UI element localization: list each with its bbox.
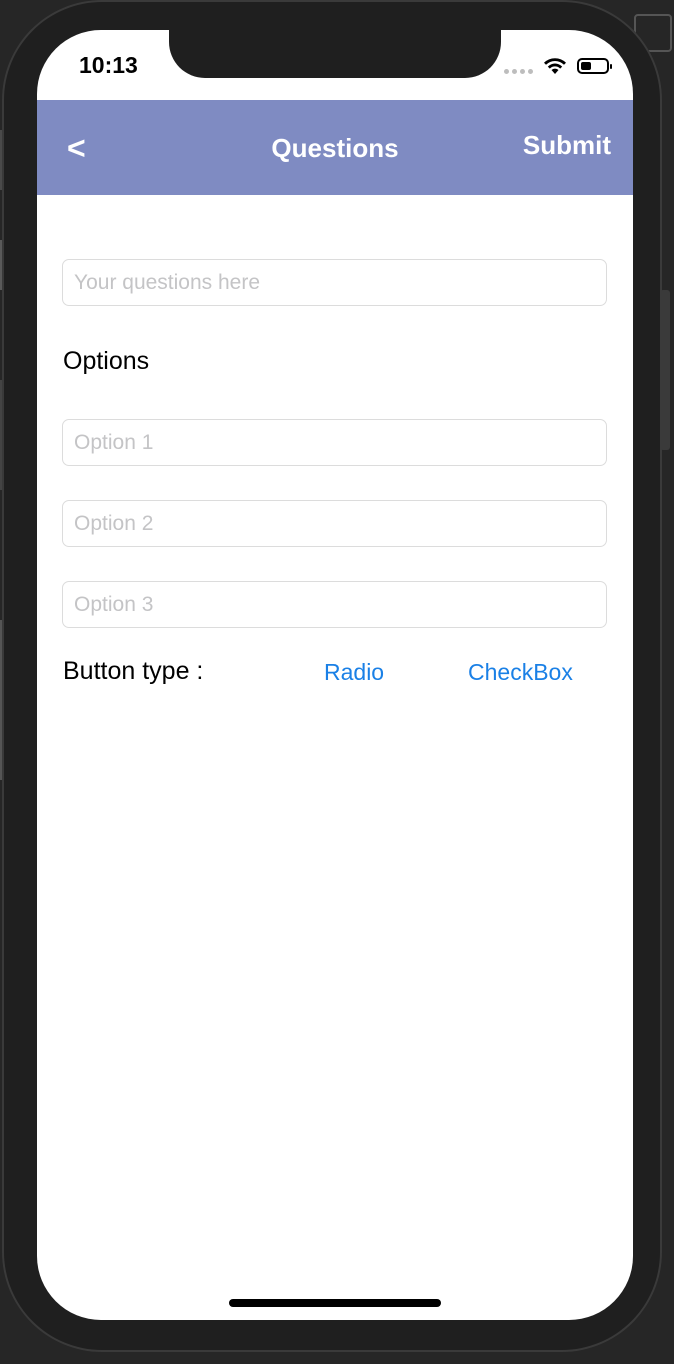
- button-type-row: Button type : Radio CheckBox: [63, 657, 608, 689]
- submit-button[interactable]: Submit: [523, 129, 611, 161]
- navigation-bar: < Questions Submit: [37, 100, 633, 195]
- phone-screen: 10:13 < Questions Submit Options: [37, 30, 633, 1320]
- battery-level: [581, 62, 591, 70]
- options-heading: Options: [63, 347, 150, 375]
- option-2-input[interactable]: [62, 500, 607, 547]
- button-type-label: Button type :: [63, 657, 204, 685]
- status-icons: [504, 56, 612, 76]
- battery-icon: [577, 58, 612, 74]
- option-3-input[interactable]: [62, 581, 607, 628]
- status-time: 10:13: [79, 52, 138, 78]
- question-input[interactable]: [62, 259, 607, 306]
- notch: [169, 30, 501, 78]
- cellular-signal-icon: [504, 59, 533, 74]
- wifi-icon: [544, 58, 566, 74]
- home-indicator[interactable]: [229, 1299, 441, 1307]
- phone-frame: 10:13 < Questions Submit Options: [2, 0, 662, 1352]
- option-1-input[interactable]: [62, 419, 607, 466]
- radio-button[interactable]: Radio: [324, 659, 384, 686]
- checkbox-button[interactable]: CheckBox: [468, 659, 573, 686]
